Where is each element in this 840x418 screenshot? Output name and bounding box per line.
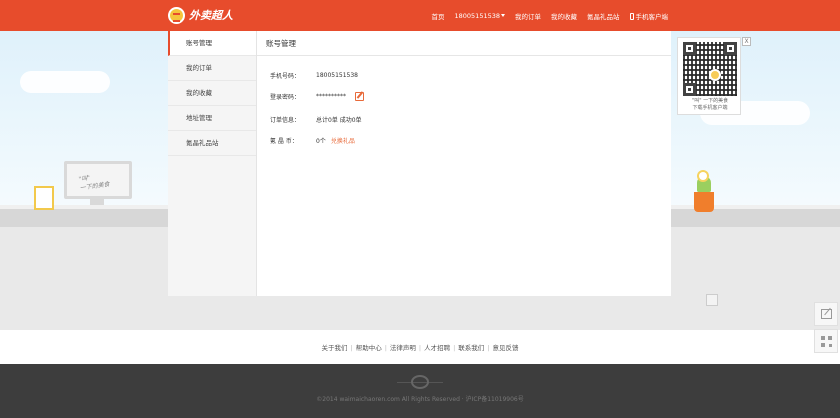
footer-link-legal[interactable]: 法律声明 <box>390 344 416 352</box>
nav-orders-link[interactable]: 我的订单 <box>515 11 541 21</box>
brand-logo[interactable]: 外卖超人 <box>168 6 233 24</box>
nav-home-link[interactable]: 首页 <box>432 11 445 21</box>
footer-link-careers[interactable]: 人才招聘 <box>424 344 450 352</box>
monitor-illustration: "叫" 一下的美食 <box>64 161 132 199</box>
edit-password-icon[interactable] <box>355 92 364 101</box>
qr-code-card: "叫" 一下的美食 下载手机客户端 <box>677 37 741 115</box>
cloud-decoration <box>20 71 110 93</box>
redeem-gift-link[interactable]: 兑换礼品 <box>331 136 355 145</box>
nav-mobile-client-link[interactable]: 手机客户端 <box>629 11 669 21</box>
phone-row: 手机号码： 18005151538 <box>270 71 358 80</box>
qr-logo-icon <box>709 69 721 81</box>
footer-links: 关于我们 | 帮助中心 | 法律声明 | 人才招聘 | 联系我们 | 意见反馈 <box>0 330 840 364</box>
nav-favorites-link[interactable]: 我的收藏 <box>551 11 577 21</box>
nav-account-menu[interactable]: 18005151538 <box>454 11 505 20</box>
feedback-tool-button[interactable] <box>814 302 838 326</box>
sidebar-item-addresses[interactable]: 地址管理 <box>168 106 256 131</box>
flower-illustration <box>699 172 707 180</box>
nav-gift-shop-link[interactable]: 氪晶礼品站 <box>587 11 620 21</box>
qr-code-image <box>683 42 737 96</box>
footer-logo-icon <box>411 375 429 389</box>
chevron-down-icon <box>501 13 505 17</box>
qr-finder-mark <box>724 42 737 55</box>
link-divider: | <box>384 344 387 352</box>
brand-name: 外卖超人 <box>189 9 233 22</box>
sidebar-item-account[interactable]: 账号管理 <box>168 31 256 56</box>
qr-finder-mark <box>683 42 696 55</box>
account-main: 账号管理 手机号码： 18005151538 登录密码： ********** … <box>257 31 671 296</box>
sidebar-item-orders[interactable]: 我的订单 <box>168 56 256 81</box>
account-panel: 账号管理 我的订单 我的收藏 地址管理 氪晶礼品站 账号管理 手机号码： 180… <box>168 31 671 296</box>
crystal-row: 氪 晶 币： 0个 兑换礼品 <box>270 136 355 145</box>
footer-link-feedback[interactable]: 意见反馈 <box>493 344 519 352</box>
top-navigation-bar: 外卖超人 首页 18005151538 我的订单 我的收藏 氪晶礼品站 手机客户… <box>0 0 840 31</box>
footer-link-about[interactable]: 关于我们 <box>321 344 347 352</box>
order-info-value: 总计0单 成功0单 <box>316 117 362 124</box>
link-divider: | <box>453 344 456 352</box>
sidebar-item-favorites[interactable]: 我的收藏 <box>168 81 256 106</box>
nav-mobile-client-label: 手机客户端 <box>635 12 669 21</box>
account-sidebar: 账号管理 我的订单 我的收藏 地址管理 氪晶礼品站 <box>168 31 257 296</box>
nav-phone-number: 18005151538 <box>454 11 501 20</box>
page-title: 账号管理 <box>257 31 671 56</box>
top-nav: 首页 18005151538 我的订单 我的收藏 氪晶礼品站 手机客户端 <box>432 0 669 31</box>
plant-pot-illustration <box>694 192 714 212</box>
crystal-label: 氪 晶 币： <box>270 138 298 145</box>
password-row: 登录密码： ********** <box>270 92 364 101</box>
phone-label: 手机号码： <box>270 73 301 80</box>
copyright-text: ©2014 waimaichaoren.com All Rights Reser… <box>316 396 524 403</box>
qr-code-icon <box>821 336 832 347</box>
edit-feedback-icon <box>821 309 832 319</box>
qr-caption-line1: "叫" 一下的美食 <box>691 98 729 104</box>
monitor-slogan: "叫" 一下的美食 <box>78 174 111 193</box>
picture-frame-illustration <box>34 186 54 210</box>
mobile-phone-icon <box>629 12 634 20</box>
crystal-value: 0个 <box>316 138 326 145</box>
password-label: 登录密码： <box>270 94 301 101</box>
qr-tool-button[interactable] <box>814 329 838 353</box>
qr-finder-mark <box>683 83 696 96</box>
link-divider: | <box>418 344 422 352</box>
link-divider: | <box>350 344 353 352</box>
footer-link-help[interactable]: 帮助中心 <box>356 344 382 352</box>
qr-caption-line2: 下载手机客户端 <box>692 105 728 111</box>
password-value: ********** <box>316 93 346 100</box>
order-info-label: 订单信息： <box>270 117 301 124</box>
monitor-stand <box>90 199 104 205</box>
small-decoration-icon <box>706 294 718 306</box>
order-info-row: 订单信息： 总计0单 成功0单 <box>270 115 362 124</box>
footer-link-contact[interactable]: 联系我们 <box>458 344 484 352</box>
phone-value: 18005151538 <box>316 72 358 79</box>
qr-caption: "叫" 一下的美食 下载手机客户端 <box>678 98 742 112</box>
qr-close-button[interactable]: X <box>742 37 751 46</box>
brand-logo-icon <box>168 6 185 24</box>
site-footer: ©2014 waimaichaoren.com All Rights Reser… <box>0 364 840 418</box>
link-divider: | <box>487 344 490 352</box>
sidebar-item-gift-shop[interactable]: 氪晶礼品站 <box>168 131 256 156</box>
